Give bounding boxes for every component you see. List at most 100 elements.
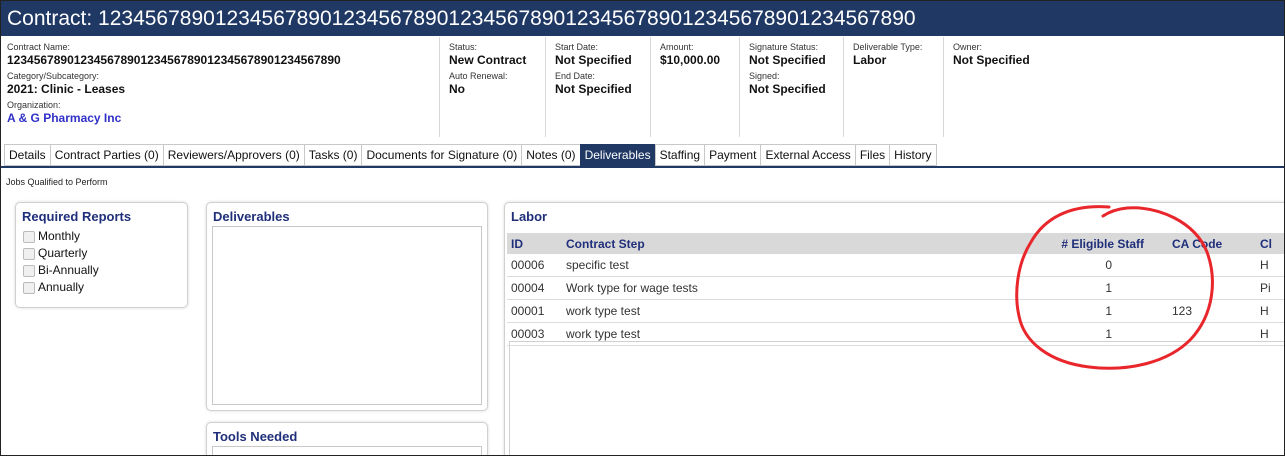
signed-value: Not Specified bbox=[749, 82, 826, 96]
status-value: New Contract bbox=[449, 53, 527, 67]
table-row[interactable]: 00001 work type test 1 123 H bbox=[507, 299, 1284, 323]
info-col-deliverable-type: Deliverable Type: Labor bbox=[843, 37, 943, 137]
tab-external-access[interactable]: External Access bbox=[760, 144, 855, 166]
signature-status-label: Signature Status: bbox=[749, 42, 819, 52]
report-option-label: Bi-Annually bbox=[38, 263, 99, 277]
info-col-signature: Signature Status: Not Specified Signed: … bbox=[739, 37, 844, 137]
cell-cl: H bbox=[1256, 299, 1284, 323]
labor-title: Labor bbox=[511, 209, 548, 224]
table-row[interactable]: 00003 work type test 1 H bbox=[507, 322, 1284, 346]
report-option-monthly[interactable]: Monthly bbox=[23, 228, 187, 245]
signed-label: Signed: bbox=[749, 71, 780, 81]
labor-empty-area bbox=[509, 341, 1284, 455]
tools-needed-list[interactable] bbox=[212, 446, 482, 455]
category-value: 2021: Clinic - Leases bbox=[7, 82, 126, 96]
tab-reviewers-approvers-0[interactable]: Reviewers/Approvers (0) bbox=[162, 144, 304, 166]
cell-id: 00003 bbox=[507, 322, 562, 346]
deliverable-type-value: Labor bbox=[853, 53, 887, 67]
col-cl[interactable]: Cl bbox=[1256, 233, 1284, 254]
organization-label: Organization: bbox=[7, 100, 61, 110]
tab-staffing[interactable]: Staffing bbox=[654, 144, 705, 166]
cell-ca-code bbox=[1156, 254, 1256, 277]
tab-bar: Details Contract Parties (0) Reviewers/App… bbox=[4, 144, 937, 166]
tab-tasks-0[interactable]: Tasks (0) bbox=[303, 144, 362, 166]
end-date-value: Not Specified bbox=[555, 82, 632, 96]
report-option-annually[interactable]: Annually bbox=[23, 279, 187, 296]
cell-eligible-staff: 1 bbox=[1050, 299, 1156, 323]
info-col-dates: Start Date: Not Specified End Date: Not … bbox=[545, 37, 655, 137]
report-option-quarterly[interactable]: Quarterly bbox=[23, 245, 187, 262]
cell-id: 00004 bbox=[507, 276, 562, 300]
amount-value: $10,000.00 bbox=[660, 53, 721, 67]
tab-underline bbox=[1, 166, 1284, 168]
col-ca-code[interactable]: CA Code bbox=[1156, 233, 1256, 254]
contract-name-label: Contract Name: bbox=[7, 42, 71, 52]
section-subtitle: Jobs Qualified to Perform bbox=[6, 177, 108, 187]
signature-status-value: Not Specified bbox=[749, 53, 826, 67]
cell-contract-step: work type test bbox=[562, 299, 1050, 323]
checkbox-quarterly[interactable] bbox=[23, 247, 35, 260]
report-option-label: Monthly bbox=[38, 229, 81, 243]
col-contract-step[interactable]: Contract Step bbox=[562, 233, 1050, 254]
info-col-owner: Owner: Not Specified bbox=[943, 37, 1103, 137]
tools-needed-title: Tools Needed bbox=[213, 429, 298, 444]
checkbox-annually[interactable] bbox=[23, 281, 35, 294]
owner-value: Not Specified bbox=[953, 53, 1030, 67]
start-date-label: Start Date: bbox=[555, 42, 599, 52]
tab-files[interactable]: Files bbox=[854, 144, 890, 166]
amount-label: Amount: bbox=[660, 42, 694, 52]
end-date-label: End Date: bbox=[555, 71, 596, 81]
required-reports-panel: Required Reports Monthly Quarterly Bi-Annu… bbox=[15, 202, 188, 308]
required-reports-title: Required Reports bbox=[22, 209, 132, 224]
status-label: Status: bbox=[449, 42, 478, 52]
deliverables-title: Deliverables bbox=[213, 209, 290, 224]
cell-cl: Pi bbox=[1256, 276, 1284, 300]
col-eligible-staff[interactable]: # Eligible Staff bbox=[1050, 233, 1156, 254]
deliverables-panel: Deliverables bbox=[206, 202, 488, 411]
report-option-label: Quarterly bbox=[38, 246, 88, 260]
cell-eligible-staff: 0 bbox=[1050, 254, 1156, 277]
contract-name-value: 1234567890123456789012345678901234567890… bbox=[7, 53, 341, 67]
tab-deliverables[interactable]: Deliverables bbox=[579, 144, 655, 166]
cell-ca-code: 123 bbox=[1156, 299, 1256, 323]
tab-documents-for-signature-0[interactable]: Documents for Signature (0) bbox=[361, 144, 522, 166]
tools-needed-panel: Tools Needed bbox=[206, 422, 488, 455]
start-date-value: Not Specified bbox=[555, 53, 632, 67]
tab-payment[interactable]: Payment bbox=[704, 144, 761, 166]
report-option-label: Annually bbox=[38, 280, 85, 294]
cell-contract-step: Work type for wage tests bbox=[562, 276, 1050, 300]
info-col-amount: Amount: $10,000.00 bbox=[650, 37, 740, 137]
deliverables-list[interactable] bbox=[212, 226, 482, 405]
auto-renewal-value: No bbox=[449, 82, 465, 96]
labor-header-row: ID Contract Step # Eligible Staff CA Cod… bbox=[507, 233, 1284, 254]
deliverable-type-label: Deliverable Type: bbox=[853, 42, 923, 52]
cell-cl: H bbox=[1256, 254, 1284, 277]
cell-contract-step: work type test bbox=[562, 322, 1050, 346]
app-frame: Contract: 123456789012345678901234567890… bbox=[0, 0, 1285, 456]
labor-table: ID Contract Step # Eligible Staff CA Cod… bbox=[507, 233, 1284, 346]
organization-link[interactable]: A & G Pharmacy Inc bbox=[7, 111, 435, 125]
cell-contract-step: specific test bbox=[562, 254, 1050, 277]
cell-id: 00001 bbox=[507, 299, 562, 323]
cell-eligible-staff: 1 bbox=[1050, 322, 1156, 346]
info-col-status: Status: New Contract Auto Renewal: No bbox=[439, 37, 549, 137]
col-id[interactable]: ID bbox=[507, 233, 562, 254]
table-row[interactable]: 00006 specific test 0 H bbox=[507, 254, 1284, 277]
contract-info-panel: Contract Name: 1234567890123456789012345… bbox=[1, 37, 1284, 137]
auto-renewal-label: Auto Renewal: bbox=[449, 71, 508, 81]
tab-details[interactable]: Details bbox=[4, 144, 50, 166]
checkbox-monthly[interactable] bbox=[23, 230, 35, 243]
tab-contract-parties-0[interactable]: Contract Parties (0) bbox=[49, 144, 163, 166]
report-option-bi-annually[interactable]: Bi-Annually bbox=[23, 262, 187, 279]
tab-history[interactable]: History bbox=[889, 144, 937, 166]
checkbox-bi-annually[interactable] bbox=[23, 264, 35, 277]
cell-id: 00006 bbox=[507, 254, 562, 277]
cell-ca-code bbox=[1156, 276, 1256, 300]
cell-ca-code bbox=[1156, 322, 1256, 346]
category-label: Category/Subcategory: bbox=[7, 71, 100, 81]
table-row[interactable]: 00004 Work type for wage tests 1 Pi bbox=[507, 276, 1284, 300]
info-col-name: Contract Name: 1234567890123456789012345… bbox=[7, 37, 435, 137]
cell-cl: H bbox=[1256, 322, 1284, 346]
page-title: Contract: 123456789012345678901234567890… bbox=[1, 1, 1284, 36]
tab-notes-0[interactable]: Notes (0) bbox=[521, 144, 580, 166]
